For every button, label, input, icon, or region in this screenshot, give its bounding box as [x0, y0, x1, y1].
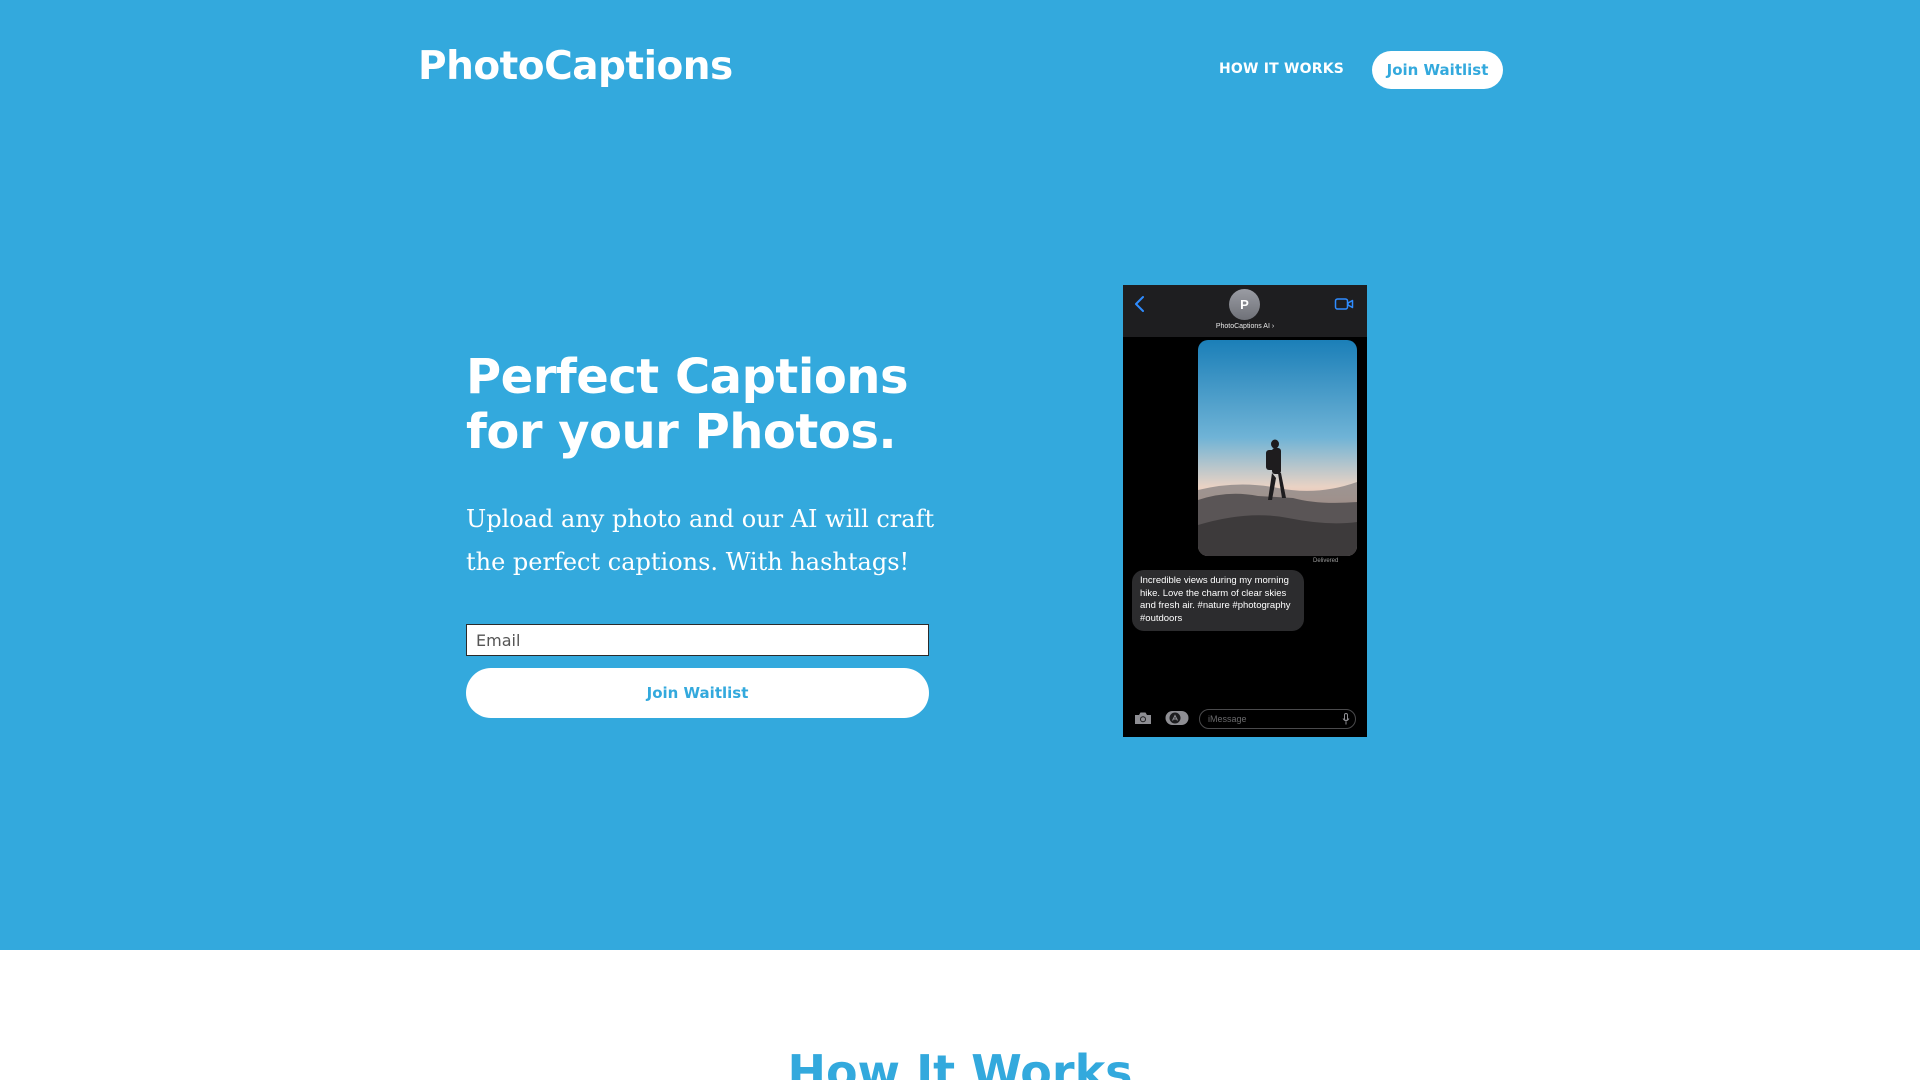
microphone-icon[interactable]	[1342, 713, 1350, 725]
hero-headline-line2: for your Photos.	[466, 404, 897, 460]
hero-join-waitlist-button[interactable]: Join Waitlist	[466, 668, 929, 718]
phone-mockup: P PhotoCaptions AI › Delivered Incredibl…	[1123, 285, 1367, 737]
nav-link-how-it-works[interactable]: HOW IT WORKS	[1219, 61, 1344, 77]
hiker-photo	[1198, 340, 1357, 556]
avatar: P	[1229, 289, 1260, 320]
email-field[interactable]	[466, 624, 929, 656]
delivered-status: Delivered	[1313, 558, 1339, 564]
hero-section: PhotoCaptions HOW IT WORKS Join Waitlist…	[0, 0, 1920, 950]
site-logo[interactable]: PhotoCaptions	[418, 44, 733, 89]
video-camera-icon	[1334, 298, 1354, 310]
camera-icon[interactable]	[1134, 711, 1152, 725]
contact-name: PhotoCaptions AI ›	[1215, 323, 1275, 330]
compose-bar: iMessage	[1123, 703, 1367, 737]
how-it-works-title: How It Works	[787, 1045, 1133, 1080]
hero-subtext: Upload any photo and our AI will craft t…	[466, 505, 935, 576]
caption-message-bubble: Incredible views during my morning hike.…	[1132, 570, 1304, 631]
imessage-input[interactable]: iMessage	[1199, 709, 1356, 729]
chevron-left-icon	[1135, 296, 1144, 312]
hero-headline-line1: Perfect Captions	[466, 349, 909, 405]
app-store-icon[interactable]	[1165, 710, 1189, 726]
messages-header: P PhotoCaptions AI ›	[1123, 285, 1367, 337]
header-join-waitlist-button[interactable]: Join Waitlist	[1372, 51, 1503, 89]
hero-headline: Perfect Captions for your Photos.	[466, 350, 986, 460]
